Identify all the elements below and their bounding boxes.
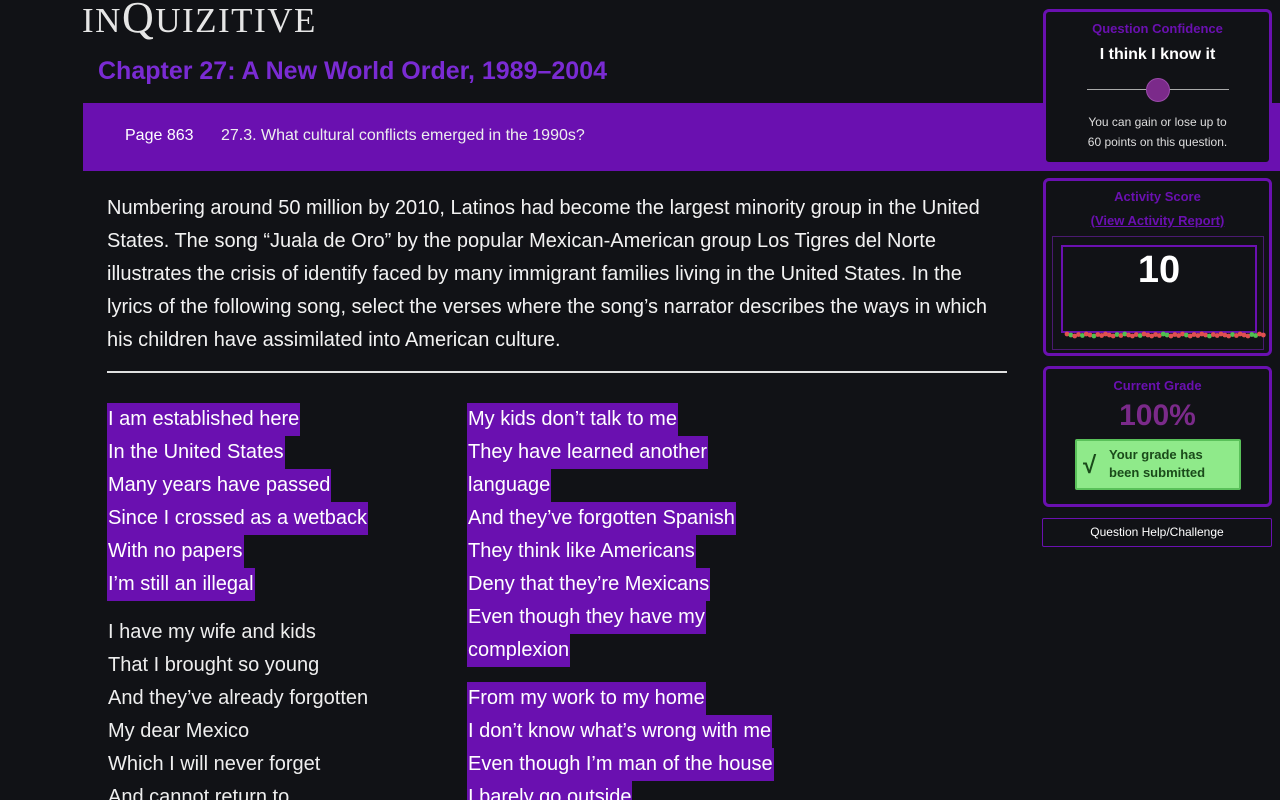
confidence-note-line2: 60 points on this question.	[1087, 135, 1228, 149]
verse-line[interactable]: I have my wife and kids	[107, 616, 317, 649]
verse-line[interactable]: Which I will never forget	[107, 748, 321, 781]
confidence-title: Question Confidence	[1092, 21, 1223, 36]
slider-thumb[interactable]	[1145, 78, 1170, 102]
activity-score-panel: Activity Score (View Activity Report) 10	[1043, 178, 1272, 356]
grade-percent: 100%	[1119, 399, 1196, 432]
verse-line-selected[interactable]: Even though they have my	[467, 601, 706, 634]
verse-group: I am established here In the United State…	[107, 403, 369, 601]
divider	[107, 371, 1007, 373]
app-logo: INQUIZITIVE	[82, 0, 317, 41]
verse-line-selected[interactable]: With no papers	[107, 535, 244, 568]
verse-line-selected[interactable]: Deny that they’re Mexicans	[467, 568, 711, 601]
activity-score-value: 10	[1137, 249, 1181, 291]
verse-line-selected[interactable]: Many years have passed	[107, 469, 332, 502]
submitted-line1: Your grade has	[1109, 447, 1203, 462]
verse-line[interactable]: That I brought so young	[107, 649, 320, 682]
submitted-line2: been submitted	[1109, 465, 1206, 480]
page-number[interactable]: Page 863	[125, 127, 194, 145]
logo-suffix: UIZITIVE	[155, 1, 317, 40]
verse-line-selected[interactable]: They think like Americans	[467, 535, 696, 568]
verse-line[interactable]: My dear Mexico	[107, 715, 250, 748]
question-confidence-panel: Question Confidence I think I know it Yo…	[1043, 9, 1272, 165]
confidence-value: I think I know it	[1099, 46, 1216, 63]
confidence-note: You can gain or lose up to 60 points on …	[1046, 112, 1269, 152]
grade-title: Current Grade	[1113, 378, 1202, 393]
verse-line-selected[interactable]: Even though I’m man of the house	[467, 748, 774, 781]
verse-line-selected[interactable]: Since I crossed as a wetback	[107, 502, 369, 535]
verse-group: From my work to my home I don’t know what…	[467, 682, 774, 800]
page: INQUIZITIVE Chapter 27: A New World Orde…	[0, 0, 1280, 800]
verse-line-selected[interactable]: I don’t know what’s wrong with me	[467, 715, 773, 748]
confidence-slider[interactable]	[1086, 78, 1229, 102]
verse-line-selected[interactable]: language	[467, 469, 552, 502]
score-display: 10	[1061, 245, 1266, 339]
section-title[interactable]: 27.3. What cultural conflicts emerged in…	[221, 127, 585, 145]
verse-line-selected[interactable]: They have learned another	[467, 436, 709, 469]
verses-right-column: My kids don’t talk to me They have learne…	[467, 403, 774, 800]
question-help-challenge-button[interactable]: Question Help/Challenge	[1042, 518, 1272, 547]
verse-line-selected[interactable]: And they’ve forgotten Spanish	[467, 502, 736, 535]
question-text: Numbering around 50 million by 2010, Lat…	[107, 197, 988, 351]
chapter-title: Chapter 27: A New World Order, 1989–2004	[98, 57, 608, 85]
submitted-message: Your grade has been submitted	[1109, 446, 1205, 482]
score-sparkline	[1064, 331, 1266, 339]
confidence-note-line1: You can gain or lose up to	[1088, 115, 1227, 129]
verses-left-column: I am established here In the United State…	[107, 403, 369, 800]
verse-line-selected[interactable]: I barely go outside	[467, 781, 633, 800]
checkmark-icon: √	[1083, 452, 1097, 479]
verse-line-selected[interactable]: My kids don’t talk to me	[467, 403, 678, 436]
logo-prefix: IN	[82, 1, 122, 40]
logo-q: Q	[121, 0, 156, 42]
view-activity-report-link[interactable]: (View Activity Report)	[1046, 213, 1269, 228]
sparkline-point	[1260, 332, 1266, 338]
verse-group: My kids don’t talk to me They have learne…	[467, 403, 774, 667]
verse-line-selected[interactable]: From my work to my home	[467, 682, 706, 715]
grade-submitted-badge: √ Your grade has been submitted	[1075, 439, 1241, 490]
current-grade-panel: Current Grade 100% √ Your grade has been…	[1043, 366, 1272, 507]
verse-line-selected[interactable]: I am established here	[107, 403, 301, 436]
verse-line-selected[interactable]: complexion	[467, 634, 571, 667]
activity-title: Activity Score	[1114, 189, 1201, 204]
verse-line-selected[interactable]: In the United States	[107, 436, 285, 469]
score-box: 10	[1052, 236, 1266, 350]
verse-line[interactable]: And they’ve already forgotten	[107, 682, 369, 715]
verse-line[interactable]: And cannot return to	[107, 781, 290, 800]
verse-group: I have my wife and kids That I brought so…	[107, 616, 369, 800]
verse-line-selected[interactable]: I’m still an illegal	[107, 568, 255, 601]
